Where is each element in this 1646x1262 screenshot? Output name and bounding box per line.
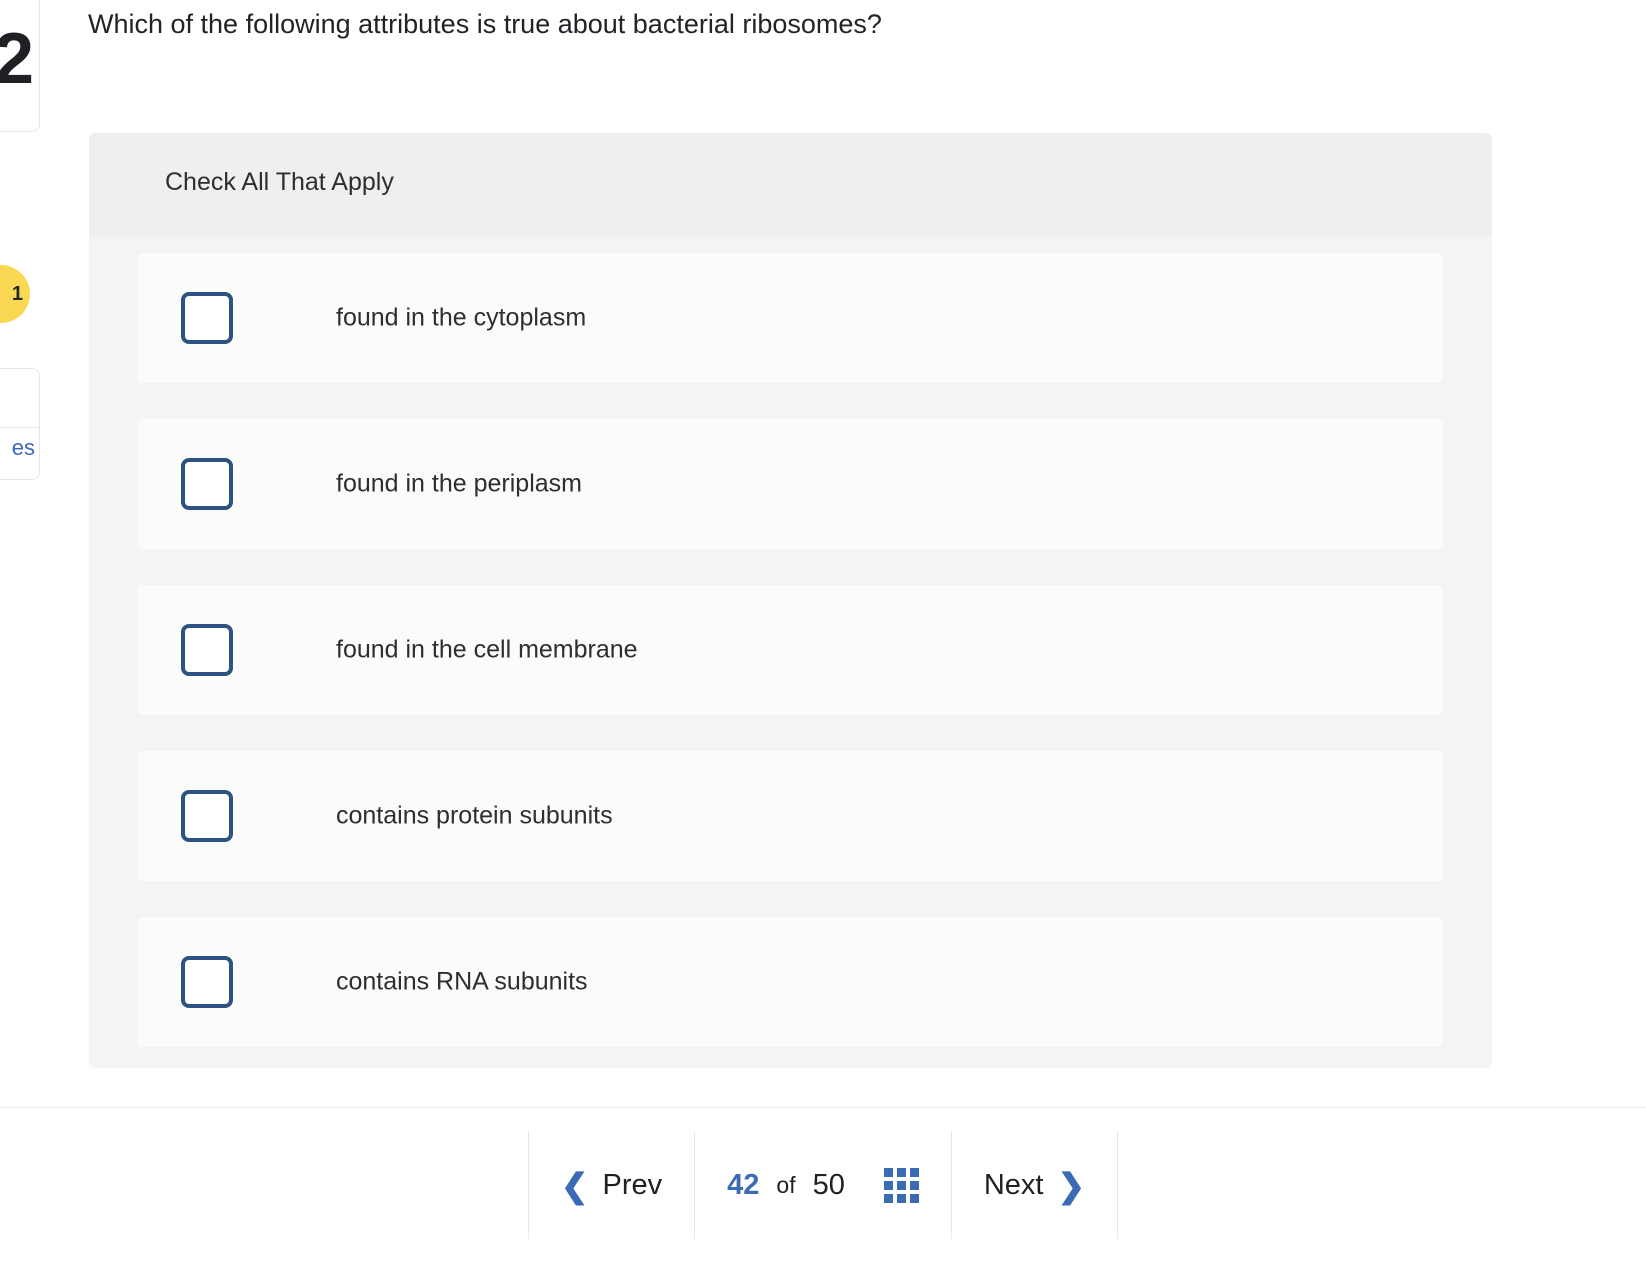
option-row[interactable]: found in the periplasm — [137, 419, 1443, 549]
option-label: found in the periplasm — [336, 469, 582, 498]
chevron-left-icon: ❮ — [560, 1166, 589, 1204]
option-checkbox[interactable] — [181, 458, 233, 510]
question-number-card: 2 — [0, 0, 40, 132]
options-list: found in the cytoplasm found in the peri… — [137, 253, 1443, 1047]
next-button[interactable]: Next ❯ — [952, 1131, 1117, 1239]
answer-panel: Check All That Apply found in the cytopl… — [89, 133, 1492, 1068]
option-checkbox[interactable] — [181, 624, 233, 676]
grid-cell — [909, 1167, 919, 1177]
chevron-right-icon: ❯ — [1057, 1166, 1086, 1204]
option-row[interactable]: contains RNA subunits — [137, 917, 1443, 1047]
option-label: found in the cytoplasm — [336, 303, 587, 332]
prev-button-label: Prev — [602, 1168, 663, 1201]
flag-badge-label: 1 — [11, 283, 23, 305]
grid-cell — [896, 1193, 906, 1203]
grid-cell — [883, 1167, 893, 1177]
question-prompt: Which of the following attributes is tru… — [88, 9, 882, 39]
grid-cell — [883, 1180, 893, 1190]
grid-cell — [883, 1193, 893, 1203]
next-button-label: Next — [983, 1168, 1044, 1201]
option-row[interactable]: found in the cell membrane — [137, 585, 1443, 715]
question-progress: 42 of 50 — [695, 1131, 951, 1239]
progress-of-label: of — [776, 1171, 796, 1198]
option-label: contains protein subunits — [336, 801, 613, 830]
option-label: contains RNA subunits — [336, 967, 588, 996]
grid-cell — [896, 1180, 906, 1190]
option-checkbox[interactable] — [181, 956, 233, 1008]
prev-button[interactable]: ❮ Prev — [529, 1131, 694, 1239]
left-rail: 2 1 es — [0, 0, 44, 1262]
tools-card-divider — [0, 427, 39, 428]
answer-panel-header: Check All That Apply — [89, 133, 1492, 236]
check-all-that-apply-label: Check All That Apply — [165, 168, 394, 196]
bottom-nav: ❮ Prev 42 of 50 Next ❯ — [0, 1108, 1646, 1262]
option-row[interactable]: found in the cytoplasm — [137, 253, 1443, 383]
option-row[interactable]: contains protein subunits — [137, 751, 1443, 881]
nav-divider — [1117, 1131, 1119, 1239]
total-questions-number: 50 — [812, 1168, 845, 1201]
grid-cell — [909, 1180, 919, 1190]
tools-card: es — [0, 368, 40, 480]
option-label: found in the cell membrane — [336, 635, 638, 664]
tools-card-link[interactable]: es — [12, 435, 35, 461]
grid-cell — [909, 1193, 919, 1203]
option-checkbox[interactable] — [181, 292, 233, 344]
current-question-number: 42 — [727, 1168, 760, 1201]
question-number-text: 2 — [0, 19, 34, 99]
grid-cell — [896, 1167, 906, 1177]
flag-badge[interactable]: 1 — [0, 265, 30, 323]
option-checkbox[interactable] — [181, 790, 233, 842]
bottom-nav-inner: ❮ Prev 42 of 50 Next ❯ — [527, 1131, 1119, 1239]
grid-view-icon[interactable] — [883, 1167, 919, 1203]
